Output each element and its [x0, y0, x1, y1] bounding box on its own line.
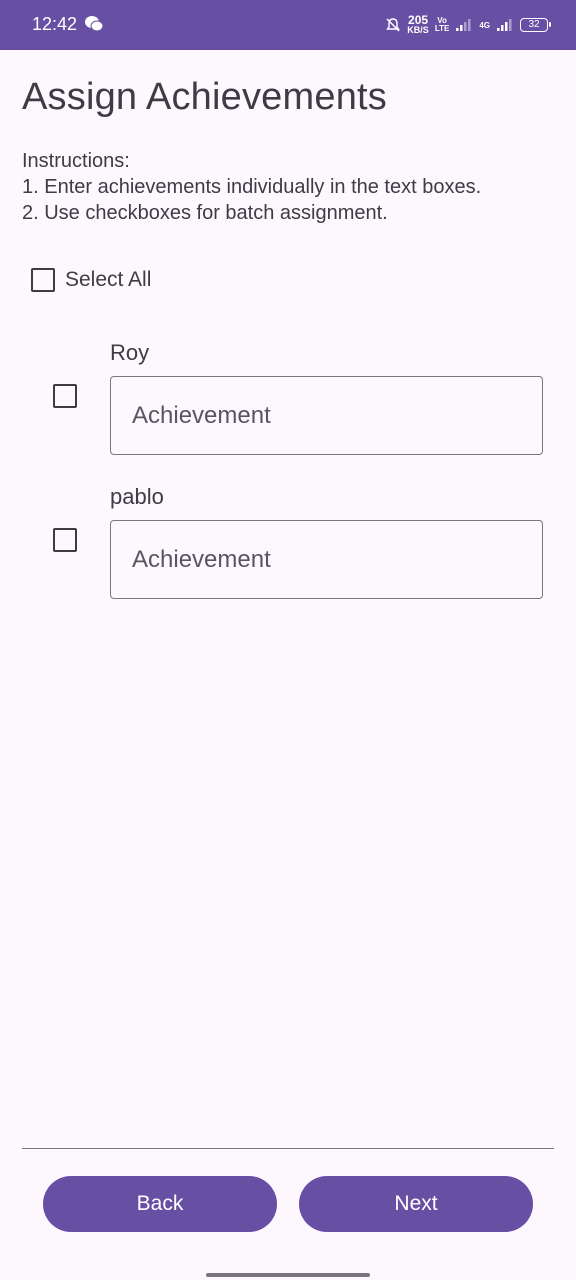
instructions-heading: Instructions: [22, 150, 130, 172]
network-type: 4G [479, 20, 490, 30]
signal-icon [456, 19, 471, 31]
page-title: Assign Achievements [22, 76, 387, 118]
battery-level: 32 [528, 19, 540, 30]
volte-bottom: LTE [434, 24, 450, 33]
next-button[interactable]: Next [299, 1176, 533, 1232]
bell-off-icon [386, 18, 401, 32]
status-time: 12:42 [32, 14, 78, 34]
footer-divider [22, 1148, 554, 1149]
instruction-1: 1. Enter achievements individually in th… [22, 176, 482, 198]
instructions: Instructions: 1. Enter achievements indi… [22, 148, 481, 226]
instruction-2: 2. Use checkboxes for batch assignment. [22, 202, 388, 224]
back-button[interactable]: Back [43, 1176, 277, 1232]
select-all-checkbox[interactable] [31, 268, 55, 292]
wechat-icon [85, 16, 104, 32]
select-all-row[interactable]: Select All [31, 268, 151, 292]
network-speed: 205 KB/S [407, 14, 429, 35]
speed-unit: KB/S [407, 25, 429, 35]
user-name: pablo [110, 484, 164, 509]
status-bar: 12:42 205 KB/S Vo LTE 4G 32 [0, 0, 576, 50]
select-all-label: Select All [65, 268, 152, 291]
signal-icon [497, 19, 512, 31]
user-checkbox[interactable] [53, 528, 77, 552]
home-indicator[interactable] [206, 1273, 370, 1277]
achievement-input[interactable] [110, 376, 543, 455]
user-checkbox[interactable] [53, 384, 77, 408]
user-name: Roy [110, 340, 150, 365]
volte-indicator: Vo LTE [435, 17, 450, 33]
status-icons: 205 KB/S Vo LTE 4G 32 [385, 14, 551, 36]
battery-icon: 32 [520, 18, 551, 32]
achievement-input[interactable] [110, 520, 543, 599]
